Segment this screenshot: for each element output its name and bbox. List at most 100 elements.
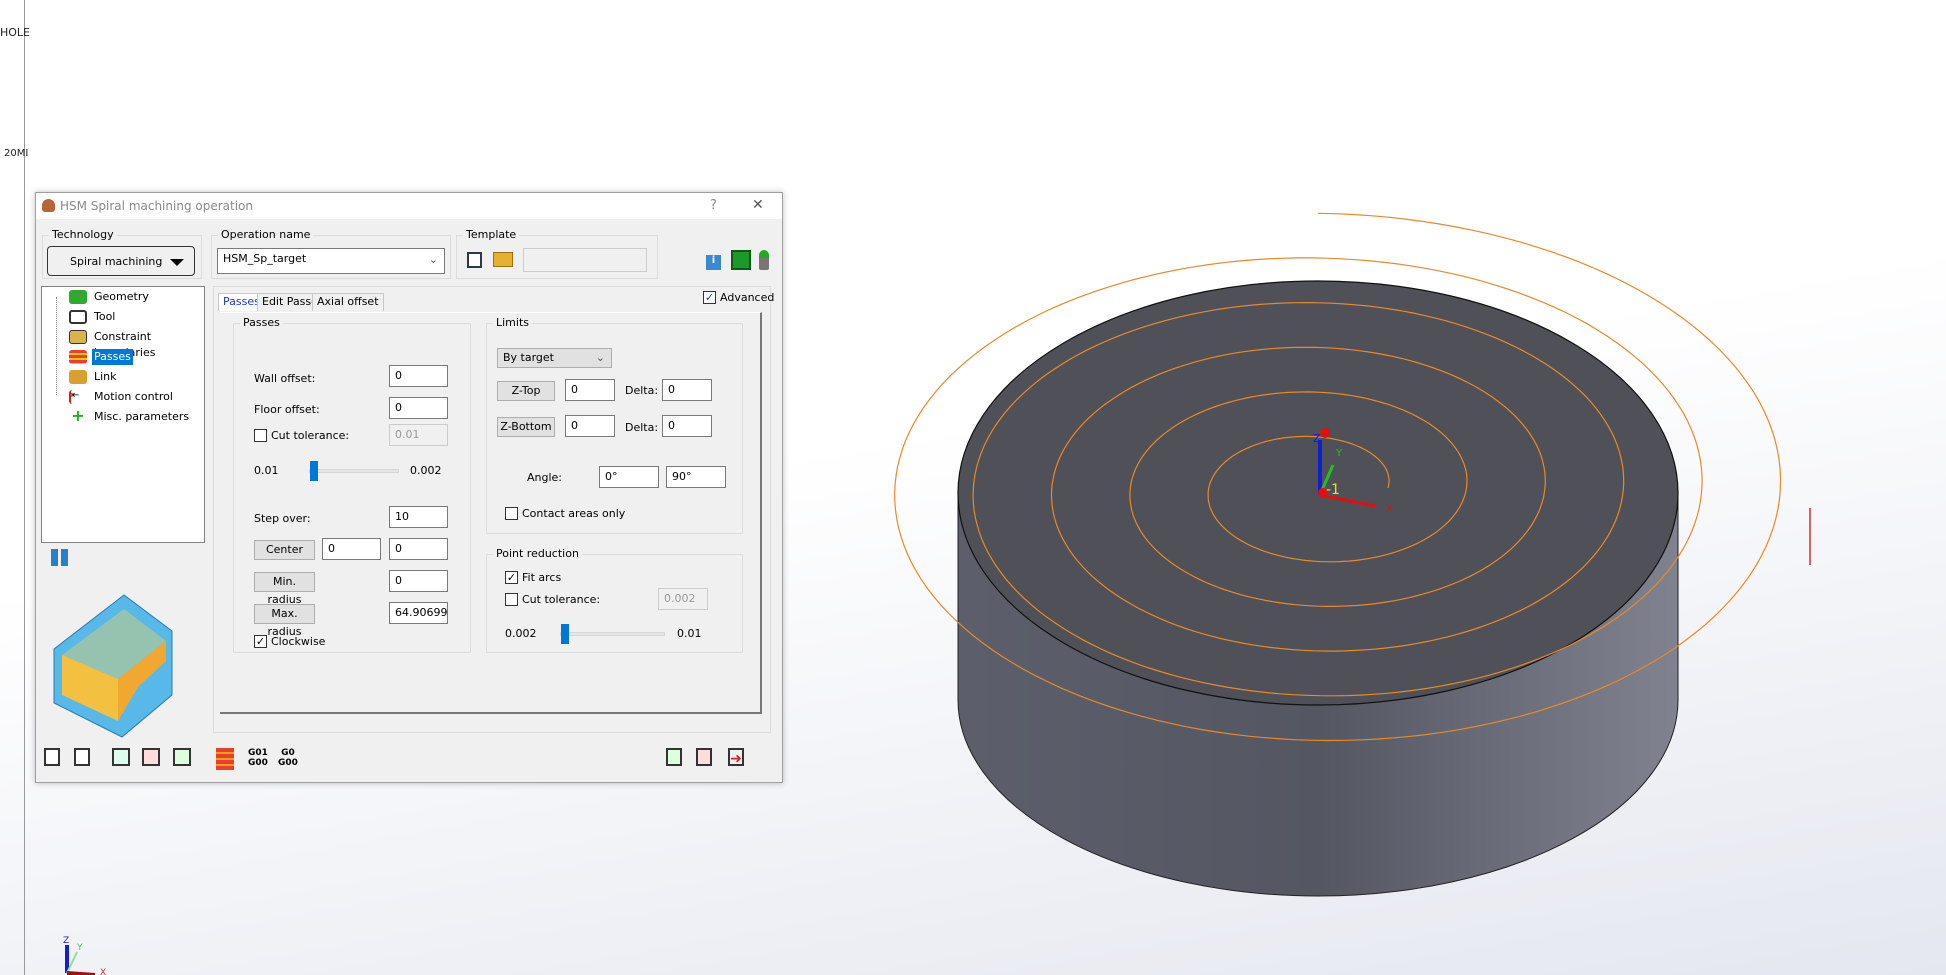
pr-cut-tolerance-checkbox[interactable] bbox=[505, 593, 518, 606]
center-x-input[interactable]: 0 bbox=[322, 538, 381, 560]
svg-text:Y: Y bbox=[76, 943, 83, 953]
gcode-g01-icon[interactable]: G01 G00 bbox=[248, 748, 268, 770]
technology-select[interactable]: Spiral machining bbox=[47, 246, 195, 276]
tool-icon bbox=[69, 310, 87, 324]
angle-end-input[interactable]: 90° bbox=[666, 466, 726, 488]
limits-mode-select[interactable]: By target ⌄ bbox=[497, 348, 612, 368]
save-calculate-icon[interactable] bbox=[74, 748, 90, 766]
operation-name-group: Operation name HSM_Sp_target ⌄ bbox=[211, 228, 451, 279]
tool-pick-icon[interactable] bbox=[759, 250, 769, 270]
link-icon bbox=[69, 370, 87, 384]
wall-offset-input[interactable]: 0 bbox=[389, 365, 448, 387]
template-label: Template bbox=[463, 228, 520, 241]
floor-offset-input[interactable]: 0 bbox=[389, 397, 448, 419]
slider-min-label: 0.01 bbox=[254, 464, 279, 477]
cut-tolerance-input[interactable]: 0.01 bbox=[389, 424, 448, 446]
slider-thumb[interactable] bbox=[310, 461, 318, 481]
center-button[interactable]: Center bbox=[254, 540, 315, 560]
max-radius-input[interactable]: 64.90699 bbox=[389, 602, 448, 624]
cut-tolerance-slider[interactable] bbox=[309, 461, 399, 481]
view-layout-icon[interactable] bbox=[51, 549, 68, 566]
feature-tree-edge bbox=[24, 0, 25, 975]
triad-z: Z bbox=[1313, 432, 1321, 445]
gcode-g0-icon[interactable]: G0 G00 bbox=[278, 748, 298, 770]
close-button[interactable]: ✕ bbox=[752, 197, 764, 213]
z-bottom-delta-input[interactable]: 0 bbox=[662, 415, 712, 437]
cut-tolerance-label: Cut tolerance: bbox=[271, 429, 350, 442]
save-new-icon[interactable] bbox=[666, 748, 682, 766]
technology-value: Spiral machining bbox=[70, 255, 163, 268]
angle-start-input[interactable]: 0° bbox=[599, 466, 659, 488]
passes-icon bbox=[69, 350, 87, 364]
z-top-button[interactable]: Z-Top bbox=[497, 381, 555, 401]
tree-item-geometry[interactable]: Geometry bbox=[69, 289, 151, 305]
save-calculate-info-icon[interactable] bbox=[112, 748, 130, 766]
clockwise-checkbox[interactable]: ✓ bbox=[254, 635, 267, 648]
pr-cut-tolerance-label: Cut tolerance: bbox=[522, 593, 601, 606]
advanced-label: Advanced bbox=[720, 291, 775, 304]
z-bottom-button[interactable]: Z-Bottom bbox=[497, 417, 555, 437]
info-icon[interactable]: i bbox=[706, 255, 721, 270]
corner-triad: Z Y X bbox=[63, 936, 106, 975]
slider-thumb[interactable] bbox=[561, 624, 569, 644]
pr-cut-tolerance-slider[interactable] bbox=[560, 624, 665, 644]
center-y-input[interactable]: 0 bbox=[389, 538, 448, 560]
min-radius-input[interactable]: 0 bbox=[389, 570, 448, 592]
passes-page: Passes Wall offset: 0 Floor offset: 0 Cu… bbox=[220, 312, 762, 714]
geometry-icon bbox=[69, 290, 87, 304]
passes-group: Passes Wall offset: 0 Floor offset: 0 Cu… bbox=[233, 316, 471, 653]
save-add-icon[interactable] bbox=[173, 748, 191, 766]
z-top-delta-input[interactable]: 0 bbox=[662, 379, 712, 401]
z-bottom-input[interactable]: 0 bbox=[565, 415, 615, 437]
plus-icon: + bbox=[71, 406, 85, 425]
tree-item-passes[interactable]: Passes bbox=[69, 349, 133, 365]
tree-item-link[interactable]: Link bbox=[69, 369, 119, 385]
tree-item-motion-control[interactable]: ⇤ Motion control bbox=[69, 389, 175, 405]
tree-item-misc-parameters[interactable]: + Misc. parameters bbox=[71, 408, 191, 425]
pr-slider-min-label: 0.002 bbox=[505, 627, 537, 640]
operation-name-value: HSM_Sp_target bbox=[223, 252, 307, 265]
advanced-checkbox[interactable]: ✓ bbox=[703, 291, 716, 304]
slider-max-label: 0.002 bbox=[410, 464, 442, 477]
template-field[interactable] bbox=[523, 248, 647, 272]
tree-lines bbox=[56, 297, 57, 395]
template-group: Template bbox=[456, 228, 658, 279]
svg-text:X: X bbox=[100, 968, 106, 975]
open-template-icon[interactable] bbox=[493, 252, 513, 267]
save-exit-icon[interactable] bbox=[696, 748, 712, 766]
operation-tree: Geometry Tool Constraint boundaries Pass… bbox=[41, 286, 205, 543]
max-radius-button[interactable]: Max. radius bbox=[254, 604, 315, 638]
limits-group: Limits By target ⌄ Z-Top 0 Delta: 0 Z-Bot… bbox=[486, 316, 743, 534]
help-button[interactable]: ? bbox=[710, 198, 717, 213]
step-over-label: Step over: bbox=[254, 512, 311, 525]
passes-toolbar-icon[interactable] bbox=[216, 748, 234, 770]
title-bar[interactable]: HSM Spiral machining operation ? ✕ bbox=[36, 193, 782, 219]
fit-arcs-checkbox[interactable]: ✓ bbox=[505, 571, 518, 584]
tab-axial-offset[interactable]: Axial offset bbox=[312, 293, 384, 311]
chevron-down-icon: ⌄ bbox=[428, 253, 438, 266]
save-simulate-icon[interactable] bbox=[142, 748, 160, 766]
wall-offset-label: Wall offset: bbox=[254, 372, 316, 385]
triad-x: X bbox=[1386, 504, 1393, 515]
cut-tolerance-checkbox[interactable] bbox=[254, 429, 267, 442]
tree-item-tool[interactable]: Tool bbox=[69, 309, 117, 325]
operation-name-combo[interactable]: HSM_Sp_target ⌄ bbox=[217, 248, 445, 274]
save-icon[interactable] bbox=[44, 748, 60, 766]
triad-y: Y bbox=[1335, 448, 1343, 459]
hsm-spiral-dialog: HSM Spiral machining operation ? ✕ Techn… bbox=[35, 192, 783, 783]
save-template-icon[interactable] bbox=[467, 252, 482, 268]
pr-cut-tolerance-input[interactable]: 0.002 bbox=[658, 588, 708, 610]
chevron-down-icon: ⌄ bbox=[595, 351, 605, 364]
min-radius-button[interactable]: Min. radius bbox=[254, 572, 315, 606]
contact-areas-checkbox[interactable] bbox=[505, 507, 518, 520]
origin-label: -1 bbox=[1326, 482, 1340, 498]
app-icon bbox=[42, 199, 55, 212]
simulate-icon[interactable] bbox=[731, 250, 751, 270]
fit-arcs-label: Fit arcs bbox=[522, 571, 562, 584]
z-top-input[interactable]: 0 bbox=[565, 379, 615, 401]
technology-group: Technology Spiral machining bbox=[42, 228, 202, 279]
tree-item-constraint-boundaries[interactable]: Constraint boundaries bbox=[69, 329, 204, 359]
point-reduction-group: Point reduction ✓ Fit arcs Cut tolerance… bbox=[486, 547, 743, 653]
exit-icon[interactable]: ➜ bbox=[728, 748, 744, 767]
step-over-input[interactable]: 10 bbox=[389, 506, 448, 528]
